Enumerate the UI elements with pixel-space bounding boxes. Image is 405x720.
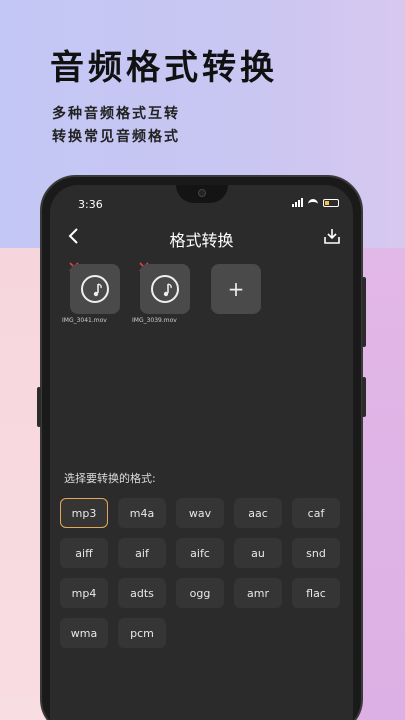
promo-subline-1: 多种音频格式互转 bbox=[52, 106, 180, 122]
format-option[interactable]: m4a bbox=[118, 498, 166, 528]
format-option[interactable]: aac bbox=[234, 498, 282, 528]
format-option[interactable]: snd bbox=[292, 538, 340, 568]
battery-icon bbox=[323, 198, 339, 207]
format-option[interactable]: wav bbox=[176, 498, 224, 528]
music-icon bbox=[81, 275, 109, 303]
phone-side-button bbox=[362, 277, 366, 347]
phone-frame: 3:36 格式转换 IMG_3041.mov IMG_3039.mov + 选择… bbox=[37, 175, 366, 720]
promo-subline-2: 转换常见音频格式 bbox=[52, 129, 180, 145]
file-name: IMG_3041.mov bbox=[62, 317, 107, 324]
app-screen: 3:36 格式转换 IMG_3041.mov IMG_3039.mov + 选择… bbox=[50, 185, 353, 720]
format-option[interactable]: pcm bbox=[118, 618, 166, 648]
format-option[interactable]: mp3 bbox=[60, 498, 108, 528]
file-name: IMG_3039.mov bbox=[132, 317, 177, 324]
download-icon[interactable] bbox=[323, 227, 341, 245]
phone-side-button bbox=[362, 377, 366, 417]
status-time: 3:36 bbox=[78, 198, 103, 211]
format-option[interactable]: ogg bbox=[176, 578, 224, 608]
format-option[interactable]: adts bbox=[118, 578, 166, 608]
format-section-label: 选择要转换的格式: bbox=[64, 472, 156, 485]
format-option[interactable]: flac bbox=[292, 578, 340, 608]
format-option[interactable]: aifc bbox=[176, 538, 224, 568]
navbar: 格式转换 bbox=[50, 219, 353, 253]
wifi-icon bbox=[308, 198, 318, 207]
page-title: 格式转换 bbox=[169, 231, 234, 250]
signal-icon bbox=[292, 198, 303, 207]
format-option[interactable]: au bbox=[234, 538, 282, 568]
format-option[interactable]: caf bbox=[292, 498, 340, 528]
format-option[interactable]: mp4 bbox=[60, 578, 108, 608]
notch bbox=[176, 185, 228, 203]
camera-icon bbox=[198, 189, 206, 197]
phone-side-button bbox=[37, 387, 41, 427]
format-option[interactable]: amr bbox=[234, 578, 282, 608]
format-option[interactable]: aif bbox=[118, 538, 166, 568]
format-option[interactable]: aiff bbox=[60, 538, 108, 568]
add-file-button[interactable]: + bbox=[211, 264, 261, 314]
music-icon bbox=[151, 275, 179, 303]
status-icons bbox=[292, 198, 339, 207]
file-tile[interactable] bbox=[140, 264, 190, 314]
format-option[interactable]: wma bbox=[60, 618, 108, 648]
promo-headline: 音频格式转换 bbox=[50, 48, 278, 88]
file-tile[interactable] bbox=[70, 264, 120, 314]
